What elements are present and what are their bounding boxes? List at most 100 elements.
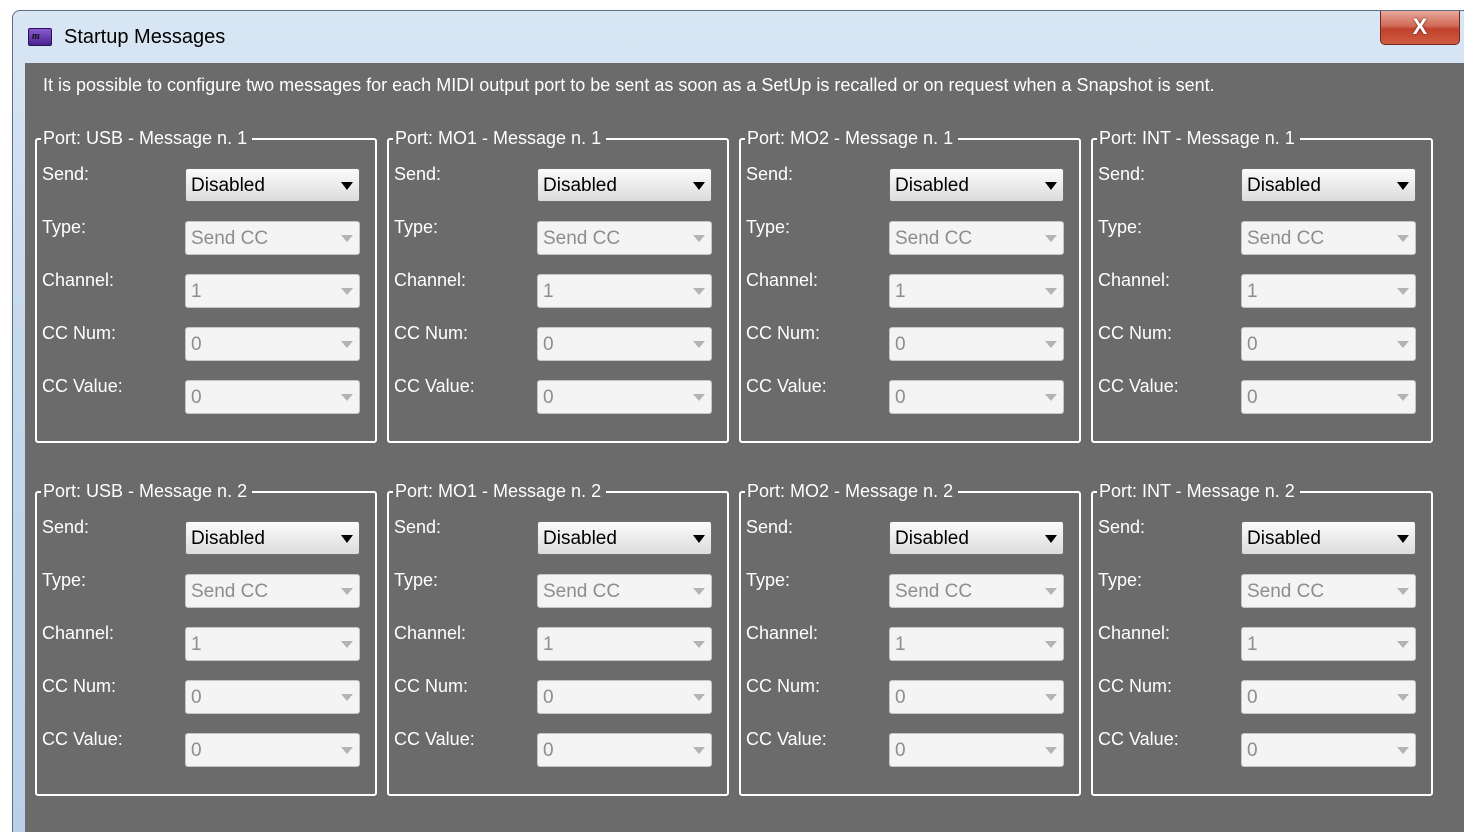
group-legend: Port: INT - Message n. 2 xyxy=(1097,479,1300,503)
group-legend: Port: USB - Message n. 1 xyxy=(41,126,253,150)
channel-select[interactable]: 1 xyxy=(185,627,360,661)
send-select[interactable]: Disabled xyxy=(1241,521,1416,555)
cc-value-select[interactable]: 0 xyxy=(537,733,712,767)
cc-value-value: 0 xyxy=(895,387,906,408)
type-select[interactable]: Send CC xyxy=(537,574,712,608)
dropdown-arrow-icon xyxy=(693,641,705,648)
send-label: Send: xyxy=(394,164,442,184)
cc-num-select[interactable]: 0 xyxy=(1241,327,1416,361)
cc-value-select[interactable]: 0 xyxy=(889,380,1064,414)
cc-num-select[interactable]: 0 xyxy=(889,327,1064,361)
group-usb-message-2: Port: USB - Message n. 2 Send: Disabled … xyxy=(35,479,377,796)
group-usb-message-1: Port: USB - Message n. 1 Send: Disabled … xyxy=(35,126,377,443)
send-select[interactable]: Disabled xyxy=(537,168,712,202)
cc-num-select[interactable]: 0 xyxy=(537,680,712,714)
channel-select[interactable]: 1 xyxy=(537,627,712,661)
send-row: Send: Disabled xyxy=(741,164,1079,202)
type-select[interactable]: Send CC xyxy=(1241,221,1416,255)
type-select[interactable]: Send CC xyxy=(537,221,712,255)
type-select[interactable]: Send CC xyxy=(1241,574,1416,608)
cc-value-select[interactable]: 0 xyxy=(1241,380,1416,414)
send-select[interactable]: Disabled xyxy=(185,521,360,555)
channel-select[interactable]: 1 xyxy=(889,274,1064,308)
type-row: Type: Send CC xyxy=(389,570,727,608)
channel-row: Channel: 1 xyxy=(741,270,1079,308)
type-row: Type: Send CC xyxy=(1093,570,1431,608)
send-select[interactable]: Disabled xyxy=(1241,168,1416,202)
dropdown-arrow-icon xyxy=(341,694,353,701)
channel-select[interactable]: 1 xyxy=(1241,627,1416,661)
type-label: Type: xyxy=(394,570,439,590)
type-label: Type: xyxy=(1098,217,1143,237)
title-bar[interactable]: m Startup Messages X xyxy=(13,11,1464,63)
type-select[interactable]: Send CC xyxy=(185,574,360,608)
send-value: Disabled xyxy=(895,528,969,549)
type-row: Type: Send CC xyxy=(389,217,727,255)
cc-num-select[interactable]: 0 xyxy=(185,327,360,361)
cc-num-value: 0 xyxy=(1247,687,1258,708)
dropdown-arrow-icon xyxy=(693,288,705,295)
send-value: Disabled xyxy=(191,175,265,196)
dropdown-arrow-icon xyxy=(693,747,705,754)
cc-num-row: CC Num: 0 xyxy=(389,676,727,714)
channel-row: Channel: 1 xyxy=(37,623,375,661)
send-select[interactable]: Disabled xyxy=(537,521,712,555)
send-select[interactable]: Disabled xyxy=(889,168,1064,202)
send-value: Disabled xyxy=(191,528,265,549)
cc-value-select[interactable]: 0 xyxy=(1241,733,1416,767)
send-select[interactable]: Disabled xyxy=(185,168,360,202)
cc-value-label: CC Value: xyxy=(1098,729,1179,749)
cc-num-select[interactable]: 0 xyxy=(537,327,712,361)
send-label: Send: xyxy=(42,164,90,184)
type-label: Type: xyxy=(1098,570,1143,590)
cc-value-row: CC Value: 0 xyxy=(37,729,375,767)
dropdown-arrow-icon xyxy=(693,341,705,348)
cc-num-select[interactable]: 0 xyxy=(1241,680,1416,714)
channel-select[interactable]: 1 xyxy=(889,627,1064,661)
cc-num-select[interactable]: 0 xyxy=(185,680,360,714)
type-value: Send CC xyxy=(543,581,621,602)
send-label: Send: xyxy=(746,517,794,537)
channel-select[interactable]: 1 xyxy=(1241,274,1416,308)
dropdown-arrow-icon xyxy=(1397,182,1409,190)
channel-select[interactable]: 1 xyxy=(185,274,360,308)
cc-value-select[interactable]: 0 xyxy=(889,733,1064,767)
dropdown-arrow-icon xyxy=(1397,694,1409,701)
cc-num-label: CC Num: xyxy=(746,323,821,343)
group-mo2-message-2: Port: MO2 - Message n. 2 Send: Disabled … xyxy=(739,479,1081,796)
channel-row: Channel: 1 xyxy=(741,623,1079,661)
channel-select[interactable]: 1 xyxy=(537,274,712,308)
type-select[interactable]: Send CC xyxy=(185,221,360,255)
cc-num-value: 0 xyxy=(895,687,906,708)
dropdown-arrow-icon xyxy=(341,341,353,348)
type-label: Type: xyxy=(746,570,791,590)
type-select[interactable]: Send CC xyxy=(889,221,1064,255)
dropdown-arrow-icon xyxy=(693,694,705,701)
cc-value-label: CC Value: xyxy=(746,729,827,749)
send-select[interactable]: Disabled xyxy=(889,521,1064,555)
close-button[interactable]: X xyxy=(1380,11,1460,45)
window-title: Startup Messages xyxy=(64,26,226,48)
cc-value-row: CC Value: 0 xyxy=(741,729,1079,767)
channel-label: Channel: xyxy=(42,623,115,643)
channel-label: Channel: xyxy=(42,270,115,290)
type-row: Type: Send CC xyxy=(37,217,375,255)
cc-num-value: 0 xyxy=(543,687,554,708)
type-select[interactable]: Send CC xyxy=(889,574,1064,608)
cc-num-select[interactable]: 0 xyxy=(889,680,1064,714)
channel-value: 1 xyxy=(895,634,906,655)
cc-num-label: CC Num: xyxy=(746,676,821,696)
dropdown-arrow-icon xyxy=(1397,641,1409,648)
channel-label: Channel: xyxy=(394,270,467,290)
cc-value-select[interactable]: 0 xyxy=(537,380,712,414)
description-text: It is possible to configure two messages… xyxy=(43,75,1215,95)
channel-row: Channel: 1 xyxy=(389,270,727,308)
type-label: Type: xyxy=(746,217,791,237)
dropdown-arrow-icon xyxy=(341,588,353,595)
cc-num-row: CC Num: 0 xyxy=(1093,676,1431,714)
send-value: Disabled xyxy=(895,175,969,196)
cc-value-select[interactable]: 0 xyxy=(185,380,360,414)
dropdown-arrow-icon xyxy=(1397,535,1409,543)
channel-value: 1 xyxy=(543,281,554,302)
cc-value-select[interactable]: 0 xyxy=(185,733,360,767)
